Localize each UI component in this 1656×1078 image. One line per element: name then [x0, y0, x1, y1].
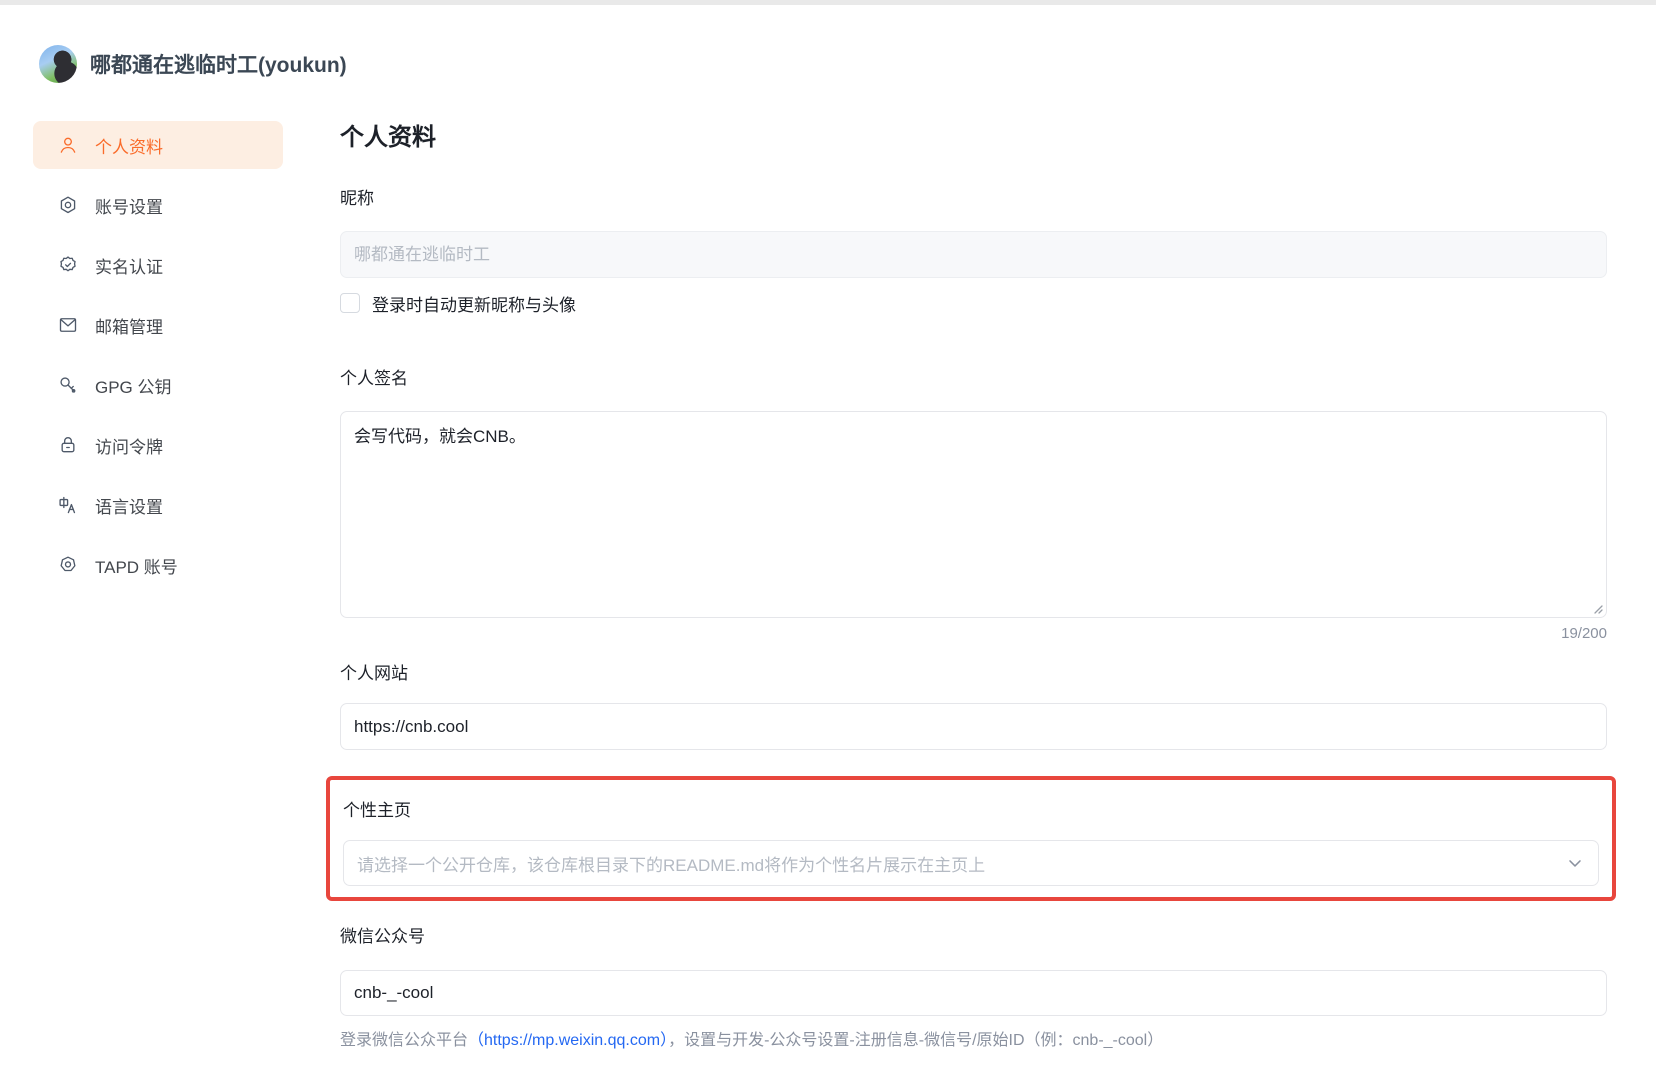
sidebar-item-label: 账号设置: [95, 193, 163, 218]
wechat-help-text: 登录微信公众平台（https://mp.weixin.qq.com），设置与开发…: [340, 1030, 1607, 1051]
resize-handle-icon[interactable]: [1591, 601, 1603, 613]
sidebar-item-label: 访问令牌: [95, 433, 163, 458]
settings-sidebar: 个人资料 账号设置 实名认证 邮箱管理 GPG 公钥: [33, 121, 283, 1051]
homepage-select-placeholder: 请选择一个公开仓库，该仓库根目录下的README.md将作为个性名片展示在主页上: [357, 851, 1565, 876]
sidebar-item-account-settings[interactable]: 账号设置: [33, 181, 283, 229]
user-avatar: [39, 45, 77, 83]
sidebar-item-label: TAPD 账号: [95, 553, 178, 578]
translate-icon: [58, 495, 78, 515]
nickname-input[interactable]: [340, 231, 1607, 278]
wechat-help-suffix: ，设置与开发-公众号设置-注册信息-微信号/原始ID（例：cnb-_-cool）: [668, 1032, 1163, 1049]
settings-icon: [58, 195, 78, 215]
auto-update-checkbox[interactable]: [340, 293, 360, 313]
lock-icon: [58, 435, 78, 455]
sidebar-item-label: 实名认证: [95, 253, 163, 278]
sidebar-item-access-tokens[interactable]: 访问令牌: [33, 421, 283, 469]
red-annotation-box: 个性主页 请选择一个公开仓库，该仓库根目录下的README.md将作为个性名片展…: [326, 776, 1616, 901]
page-title: 个人资料: [340, 123, 1607, 153]
auto-update-checkbox-label: 登录时自动更新昵称与头像: [372, 291, 576, 316]
wechat-input[interactable]: [340, 970, 1607, 1016]
signature-label: 个人签名: [340, 368, 1607, 390]
signature-char-counter: 19/200: [340, 624, 1607, 644]
wechat-label: 微信公众号: [340, 926, 1607, 948]
tapd-icon: [58, 555, 78, 575]
sidebar-item-profile[interactable]: 个人资料: [33, 121, 283, 169]
user-icon: [58, 135, 78, 155]
nickname-label: 昵称: [340, 188, 1607, 210]
key-icon: [58, 375, 78, 395]
sidebar-item-label: GPG 公钥: [95, 373, 172, 398]
sidebar-item-label: 语言设置: [95, 493, 163, 518]
homepage-repo-select[interactable]: 请选择一个公开仓库，该仓库根目录下的README.md将作为个性名片展示在主页上: [343, 840, 1599, 886]
chevron-down-icon: [1565, 853, 1585, 873]
sidebar-item-label: 个人资料: [95, 133, 163, 158]
signature-textarea[interactable]: 会写代码，就会CNB。: [340, 411, 1607, 618]
mail-icon: [58, 315, 78, 335]
sidebar-item-label: 邮箱管理: [95, 313, 163, 338]
verified-badge-icon: [58, 255, 78, 275]
profile-header: 哪都通在逃临时工(youkun): [0, 5, 1656, 83]
sidebar-item-email-management[interactable]: 邮箱管理: [33, 301, 283, 349]
sidebar-item-identity-verification[interactable]: 实名认证: [33, 241, 283, 289]
wechat-help-link[interactable]: （https://mp.weixin.qq.com）: [468, 1032, 668, 1049]
sidebar-item-language-settings[interactable]: 语言设置: [33, 481, 283, 529]
profile-form: 个人资料 昵称 登录时自动更新昵称与头像 个人签名 会写代码，就会CNB。 19…: [340, 121, 1607, 1051]
website-label: 个人网站: [340, 663, 1607, 685]
wechat-help-prefix: 登录微信公众平台: [340, 1032, 468, 1049]
user-display-name: 哪都通在逃临时工(youkun): [90, 49, 347, 79]
website-input[interactable]: [340, 703, 1607, 750]
homepage-label: 个性主页: [343, 800, 1599, 822]
sidebar-item-gpg-keys[interactable]: GPG 公钥: [33, 361, 283, 409]
sidebar-item-tapd-account[interactable]: TAPD 账号: [33, 541, 283, 589]
